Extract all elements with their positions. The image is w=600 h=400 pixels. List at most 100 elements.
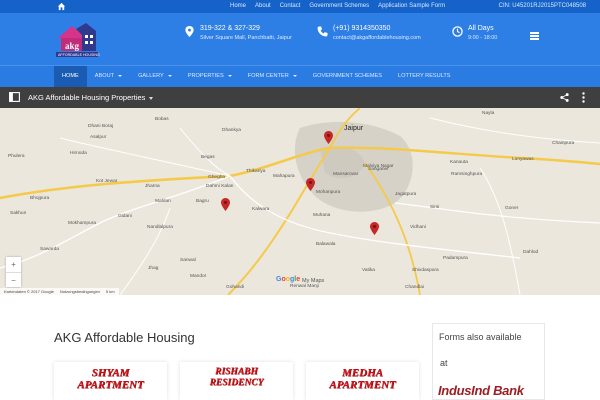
map-label: Nayla (482, 111, 495, 116)
my-maps-label: My Maps (302, 278, 325, 284)
top-link-contact[interactable]: Contact (280, 3, 301, 9)
map-label: Begas (201, 155, 215, 160)
nav-properties[interactable]: Properties (180, 66, 240, 87)
map-label: Mandor (190, 274, 207, 279)
map-label: Gohandi (226, 285, 245, 290)
svg-text:akg: akg (65, 41, 80, 51)
top-links: Home About Contact Government Schemes Ap… (230, 3, 445, 9)
clock-icon (452, 26, 463, 37)
nav-government-schemes[interactable]: Government Schemes (305, 66, 390, 87)
chevron-down-icon (118, 74, 123, 77)
sidebar-at: at (440, 358, 448, 368)
zoom-in-button[interactable]: + (6, 257, 21, 272)
map-label: Bagru (196, 199, 209, 204)
share-icon[interactable] (560, 93, 569, 102)
nav-about-label: About (94, 73, 115, 79)
map-label: Jhag (148, 266, 159, 271)
map-data-credit: Kartendaten © 2017 Google (4, 289, 54, 294)
more-options-icon[interactable] (582, 92, 585, 103)
akg-logo[interactable]: akg AFFORDABLE HOUSING (54, 23, 100, 59)
map-zoom-control: + − (6, 257, 21, 287)
map-label: Chainpura (552, 141, 575, 146)
map-label-city: Jaipur (344, 125, 364, 132)
map-label: Vatika (362, 268, 375, 273)
map-label: Sawarda (40, 247, 59, 252)
map-label: Gidani (118, 214, 132, 219)
map-label: Dhankya (222, 128, 241, 133)
map-label: Jagatpura (395, 192, 417, 197)
nav-lottery-results-label: Lottery Results (398, 73, 451, 79)
property-marker-pin[interactable] (306, 178, 315, 191)
contact-email[interactable]: contact@akgaffordablehousing.com (333, 35, 421, 41)
nav-gallery-label: Gallery (138, 73, 164, 79)
property-card-medha[interactable]: MEDHA APARTMENT (306, 362, 419, 400)
property-card-line2: APARTMENT (77, 379, 144, 391)
map-view[interactable]: Jaipur Bobas Dhani Boraj Asalpur Hirnoda… (0, 108, 600, 295)
property-card-shyam[interactable]: SHYAM APARTMENT (54, 362, 167, 400)
map-label: Dahmi Kalan (206, 184, 234, 189)
map-label: Dahlod (523, 250, 539, 255)
map-label: Padampura (443, 256, 468, 261)
map-window-icon[interactable] (9, 92, 20, 102)
top-link-government-schemes[interactable]: Government Schemes (309, 3, 369, 9)
map-label: Kot Jewar (96, 179, 118, 184)
map-label: Sakhun (10, 211, 27, 216)
chevron-down-icon (292, 74, 297, 77)
map-label: Mahapura (273, 174, 295, 179)
property-card-line2: APARTMENT (329, 379, 396, 391)
terms-link[interactable]: Nutzungsbedingungen (60, 289, 100, 294)
map-label: Goner (505, 206, 519, 211)
nav-home[interactable]: Home (54, 66, 87, 87)
address-block: 319-322 & 327-329 Silver Square Mall, Pa… (184, 25, 292, 41)
map-title-text: AKG Affordable Housing Properties (28, 93, 146, 102)
property-marker-pin[interactable] (370, 222, 379, 235)
map-label: Thikariya (246, 169, 266, 174)
content-area: AKG Affordable Housing SHYAM APARTMENT R… (0, 295, 600, 400)
top-link-application-form[interactable]: Application Sample Form (378, 3, 445, 9)
home-icon[interactable] (57, 2, 66, 11)
hamburger-menu-icon[interactable] (530, 32, 539, 40)
map-attribution: Kartendaten © 2017 Google Nutzungsbeding… (0, 288, 119, 295)
nav-about[interactable]: About (87, 66, 130, 87)
map-label: Sirsi (430, 205, 440, 210)
nav-government-schemes-label: Government Schemes (312, 73, 382, 79)
map-label: Dhani Boraj (88, 124, 114, 129)
chevron-down-icon (167, 74, 172, 77)
nav-lottery-results[interactable]: Lottery Results (390, 66, 459, 87)
map-title[interactable]: AKG Affordable Housing Properties (28, 93, 154, 102)
chevron-down-icon (149, 96, 154, 100)
contact-block: (+91) 9314350350 contact@akgaffordableho… (317, 25, 421, 41)
map-label: Balawala (316, 242, 336, 247)
map-label: Shivdaspura (412, 268, 439, 273)
top-link-about[interactable]: About (255, 3, 271, 9)
google-logo: Google (276, 276, 300, 283)
forms-sidebar: Forms also available at IndusInd Bank (432, 323, 545, 400)
nav-properties-label: Properties (187, 73, 224, 79)
zoom-out-button[interactable]: − (6, 272, 21, 287)
top-link-home[interactable]: Home (230, 3, 246, 9)
map-label: Malviya Nagar (363, 164, 394, 169)
map-label: Kanauta (450, 160, 468, 165)
property-marker-pin[interactable] (221, 198, 230, 211)
map-label: Chandlai (405, 285, 424, 290)
sidebar-title: Forms also available (439, 332, 522, 342)
indusind-bank-logo[interactable]: IndusInd Bank (438, 383, 524, 398)
nav-gallery[interactable]: Gallery (130, 66, 180, 87)
map-label: Mahlan (155, 199, 171, 204)
nav-form-center[interactable]: Form Center (240, 66, 305, 87)
map-label: Sanwal (180, 258, 196, 263)
map-label: Asalpur (90, 135, 107, 140)
map-label: Mansarovar (333, 172, 359, 177)
map-scale: 5 km (105, 289, 115, 294)
hours-time: 9:00 - 18:00 (468, 35, 498, 41)
map-label: Kalwara (252, 207, 270, 212)
svg-text:AFFORDABLE HOUSING: AFFORDABLE HOUSING (58, 53, 100, 57)
hours-days: All Days (468, 25, 494, 32)
address-line2: Silver Square Mall, Panchbatti, Jaipur (200, 35, 292, 41)
map-label: Renwal Manji (290, 284, 319, 289)
property-marker-pin[interactable] (324, 131, 333, 144)
phone-number[interactable]: (+91) 9314350350 (333, 25, 421, 32)
property-card-rishabh[interactable]: RISHABH RESIDENCY (180, 362, 293, 400)
property-card-line1: SHYAM (91, 367, 130, 379)
site-header: akg AFFORDABLE HOUSING 319-322 & 327-329… (0, 13, 600, 65)
